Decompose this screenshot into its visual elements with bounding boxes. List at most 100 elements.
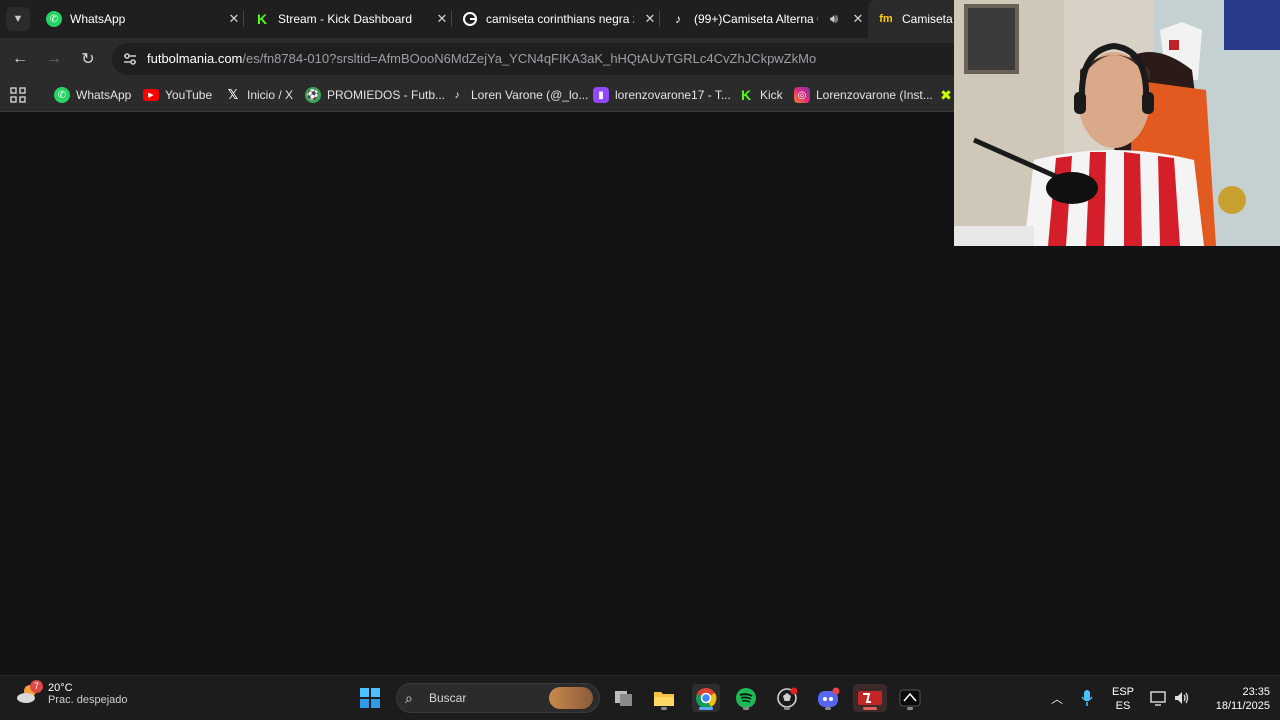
bookmark-whatsapp[interactable]: ✆ WhatsApp [54,80,131,110]
tab-kick-dashboard[interactable]: K Stream - Kick Dashboard ✕ [244,0,450,38]
microphone-icon [1081,690,1093,706]
speaker-icon [1175,692,1189,704]
tab-title: Stream - Kick Dashboard [278,12,413,26]
tab-title: WhatsApp [70,12,126,26]
search-icon: ⌕ [405,690,413,706]
promiedos-icon: ⚽ [305,87,321,103]
running-indicator [863,707,877,710]
bookmark-promiedos[interactable]: ⚽ PROMIEDOS - Futb... [305,80,445,110]
tab-title: camiseta corinthians negra 2 [486,12,634,26]
address-bar[interactable]: futbolmania.com/es/fn8784-010?srsltid=Af… [112,43,972,75]
back-button[interactable]: ← [8,47,32,71]
spotify-icon [736,688,756,708]
arrow-right-icon: → [46,50,62,67]
close-icon[interactable]: ✕ [850,11,866,27]
bookmark-tiktok[interactable]: ♪ Loren Varone (@_lo... [449,80,589,110]
running-indicator [907,707,913,710]
arrow-left-icon: ← [12,50,28,67]
close-icon[interactable]: ✕ [226,11,242,27]
twitch-icon: ▮ [593,87,609,103]
tray-overflow-button[interactable]: ︿ [1043,684,1071,712]
bookmark-label: lorenzovarone17 - T... [615,88,731,102]
soccer-ball-icon [777,687,798,708]
puzzle-icon: ✖ [940,86,952,103]
language-top: ESP [1111,686,1134,698]
reload-button[interactable]: ↻ [76,47,100,71]
tiktok-icon: ♪ [454,89,460,101]
app-button-red[interactable] [853,684,887,712]
bookmark-twitch[interactable]: ▮ lorenzovarone17 - T... [593,80,731,110]
microphone-button[interactable] [1073,684,1101,712]
tab-search-button[interactable]: ▼ [6,7,30,31]
url-text[interactable]: futbolmania.com/es/fn8784-010?srsltid=Af… [147,51,816,66]
spotify-button[interactable] [732,684,760,712]
webcam-image [954,0,1280,246]
running-indicator [825,707,831,710]
discord-icon [818,687,840,707]
clock[interactable]: 23:35 18/11/2025 [1198,685,1270,713]
app-button-black[interactable] [896,684,924,712]
chrome-button[interactable] [692,684,720,712]
futbolmania-icon: fm [879,13,893,25]
weather-widget[interactable]: 7 20°C Prac. despejado [16,680,128,706]
bookmark-label: YouTube [165,88,213,102]
bookmark-label: Kick [760,88,783,102]
task-view-button[interactable] [610,684,638,712]
tab-google-search[interactable]: camiseta corinthians negra 2 ✕ [452,0,658,38]
network-icon [1150,691,1166,706]
webcam-overlay [954,0,1280,246]
youtube-icon: ▶ [143,89,159,101]
close-icon[interactable]: ✕ [642,11,658,27]
bookmark-label: Inicio / X [247,88,294,102]
search-placeholder: Buscar [429,691,467,705]
instagram-icon: ◎ [794,87,810,103]
forward-button[interactable]: → [42,47,66,71]
folder-icon [654,692,674,706]
bookmark-label: PROMIEDOS - Futb... [327,88,446,102]
apps-grid-icon[interactable] [10,87,26,103]
clock-date: 18/11/2025 [1215,700,1270,712]
bookmark-x[interactable]: 𝕏 Inicio / X [225,80,293,110]
bookmark-kick[interactable]: K Kick [738,80,783,110]
active-indicator [699,707,713,710]
task-view-icon [615,691,632,706]
app-badge-icon [899,689,921,707]
search-highlight-image [549,687,593,709]
language-bottom: ES [1115,700,1131,712]
running-indicator [784,707,790,710]
weather-badge: 7 [30,680,43,693]
whatsapp-icon: ✆ [46,11,62,27]
running-indicator [661,707,667,710]
app-button-soccer[interactable] [773,684,801,712]
chrome-icon [696,688,717,709]
chevron-up-icon: ︿ [1050,691,1063,706]
tab-futbolmania[interactable]: fm Camiseta N [868,0,968,38]
start-button[interactable] [356,684,384,712]
site-info-icon[interactable] [120,49,140,69]
weather-desc: Prac. despejado [48,694,128,706]
speaker-icon[interactable]: 🔊︎ [826,11,842,27]
tab-title: (99+)Camiseta Alterna C [694,12,818,26]
language-indicator[interactable]: ESP ES [1108,685,1138,713]
bookmark-label: WhatsApp [76,88,132,102]
running-indicator [743,707,749,710]
tab-whatsapp[interactable]: ✆ WhatsApp ✕ [36,0,242,38]
bookmark-extra[interactable]: ✖ [938,80,954,110]
bookmark-youtube[interactable]: ▶ YouTube [143,80,212,110]
weather-icon: 7 [16,680,43,706]
volume-button[interactable] [1168,684,1196,712]
bookmark-instagram[interactable]: ◎ Lorenzovarone (Inst... [794,80,933,110]
google-icon [462,11,478,27]
close-icon[interactable]: ✕ [434,11,450,27]
tab-tiktok[interactable]: ♪ (99+)Camiseta Alterna C 🔊︎ ✕ [660,0,866,38]
clock-time: 23:35 [1242,686,1270,698]
url-path: /es/fn8784-010?srsltid=AfmBOooN6MdZejYa_… [242,51,817,66]
taskbar-search[interactable]: ⌕ Buscar [396,683,600,713]
kick-icon: K [740,87,752,103]
tiktok-icon: ♪ [675,12,681,26]
whatsapp-icon: ✆ [54,87,70,103]
windows-taskbar: 7 20°C Prac. despejado ⌕ Buscar ︿ ESP ES… [0,675,1280,720]
windows-icon [360,688,380,708]
file-explorer-button[interactable] [650,684,678,712]
discord-button[interactable] [814,684,842,712]
